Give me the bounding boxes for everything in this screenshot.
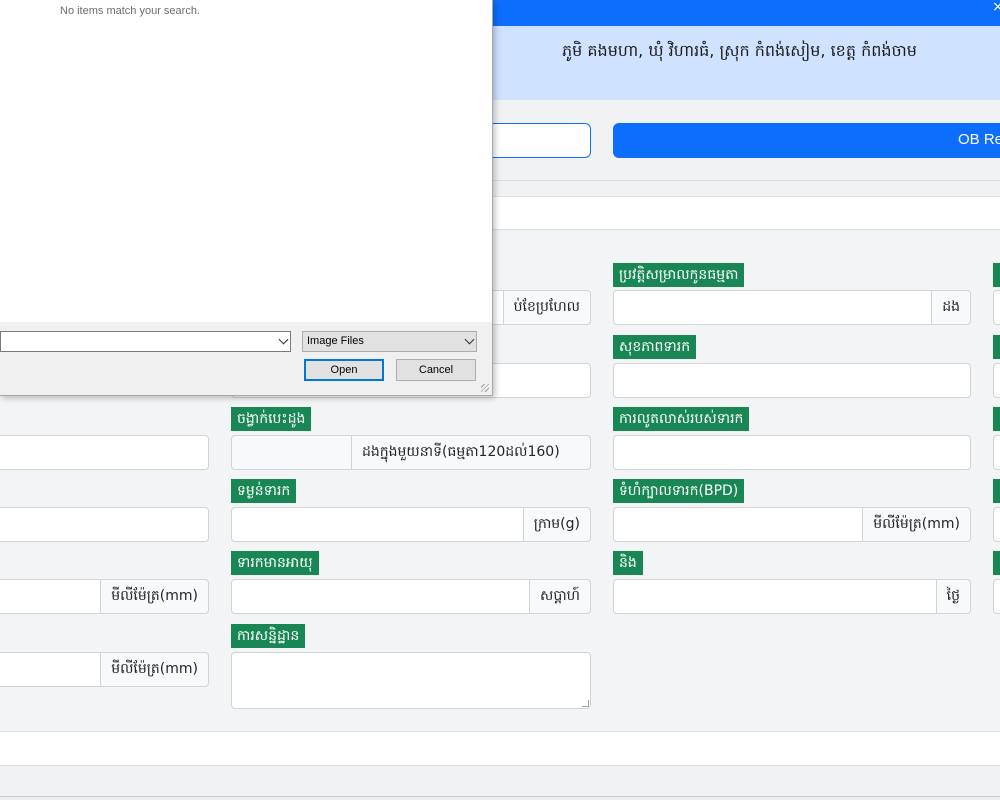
resize-grip-icon[interactable] bbox=[481, 384, 489, 392]
fetal-health-field[interactable] bbox=[613, 363, 971, 398]
footer-divider bbox=[0, 796, 1000, 800]
empty-search-message: No items match your search. bbox=[60, 5, 200, 17]
pregnancy-history-label: ប្រវត្តិសម្រាលកូនធម្មតា bbox=[613, 263, 745, 287]
fetal-age-unit: សប្តាហ៍ bbox=[530, 579, 591, 614]
col4-field-5[interactable] bbox=[993, 579, 1000, 614]
col4-field-4[interactable] bbox=[993, 507, 1000, 542]
bpd-unit: មីលីម៉ែត្រ(mm) bbox=[863, 507, 971, 542]
bpd-label: ទំហំក្បាលទារក(BPD) bbox=[613, 479, 745, 503]
col4-field-2[interactable] bbox=[993, 363, 1000, 398]
cancel-button[interactable]: Cancel bbox=[396, 359, 476, 381]
col4-label-5 bbox=[993, 551, 1000, 575]
heartbeat-field[interactable]: ដងក្នុងមួយនាទី(ធម្មតា120ដល់160) bbox=[231, 435, 591, 470]
chevron-down-icon[interactable] bbox=[278, 334, 289, 345]
col1-unit-mm-2: មីលីម៉ែត្រ(mm) bbox=[101, 652, 209, 687]
col4-label-1 bbox=[993, 263, 1000, 287]
fetal-age-input[interactable] bbox=[231, 579, 530, 614]
close-icon[interactable]: × bbox=[992, 0, 1000, 14]
fetal-weight-unit: ក្រាម(g) bbox=[523, 507, 591, 542]
chevron-down-icon bbox=[464, 334, 475, 345]
heartbeat-label: ចង្វាក់បេះដូង bbox=[231, 407, 312, 431]
fetal-movement-input[interactable] bbox=[613, 435, 971, 470]
col4-field-3[interactable] bbox=[993, 435, 1000, 470]
fetal-movement-label: ការលូតលាស់របស់ទារក bbox=[613, 407, 750, 431]
fetal-weight-label: ទម្ងន់ទារក bbox=[231, 479, 297, 503]
col1-unit-mm-1: មីលីម៉ែត្រ(mm) bbox=[101, 579, 209, 614]
col1-input-4[interactable] bbox=[0, 652, 102, 687]
file-open-dialog: No items match your search. Image Files … bbox=[0, 0, 493, 396]
fetal-movement-field[interactable] bbox=[613, 435, 971, 470]
col1-field-2[interactable] bbox=[0, 507, 209, 542]
days-unit: ថ្ងៃ bbox=[936, 579, 971, 614]
open-button[interactable]: Open bbox=[304, 359, 384, 381]
pregnancy-history-field[interactable]: ដង bbox=[613, 290, 971, 325]
conclusion-textarea[interactable] bbox=[231, 652, 591, 709]
days-input[interactable] bbox=[613, 579, 937, 614]
lmp-suffix: ប់ខែប្រហែល bbox=[503, 290, 591, 325]
fetal-weight-input[interactable] bbox=[231, 507, 524, 542]
col1-input-2[interactable] bbox=[0, 507, 209, 542]
col1-field-1[interactable] bbox=[0, 435, 209, 470]
bpd-input[interactable] bbox=[613, 507, 864, 542]
conclusion-field[interactable] bbox=[231, 652, 591, 709]
fetal-age-field[interactable]: សប្តាហ៍ bbox=[231, 579, 591, 614]
footer-strip bbox=[0, 731, 1000, 766]
pregnancy-history-unit: ដង bbox=[932, 290, 971, 325]
fetal-weight-field[interactable]: ក្រាម(g) bbox=[231, 507, 591, 542]
ob-report-label: OB Rep bbox=[958, 131, 1000, 148]
col4-field-1[interactable] bbox=[993, 290, 1000, 325]
fetal-health-input[interactable] bbox=[613, 363, 971, 398]
filename-combobox[interactable] bbox=[0, 331, 291, 352]
col1-input-1[interactable] bbox=[0, 435, 209, 470]
file-type-select[interactable]: Image Files bbox=[302, 331, 477, 352]
and-label: និង bbox=[613, 551, 643, 575]
col1-field-3[interactable]: មីលីម៉ែត្រ(mm) bbox=[0, 579, 209, 614]
col4-label-2 bbox=[993, 335, 1000, 359]
address-text: ភូមិ គងមហា, ឃុំ វិហារធំ, ស្រុក កំពង់សៀម,… bbox=[562, 41, 917, 60]
col1-input-3[interactable] bbox=[0, 579, 102, 614]
heartbeat-prefix bbox=[231, 435, 351, 470]
col4-label-4 bbox=[993, 479, 1000, 503]
conclusion-label: ការសន្និដ្ឋាន bbox=[231, 624, 306, 648]
pregnancy-history-input[interactable] bbox=[613, 290, 933, 325]
fetal-health-label: សុខភាពទារក bbox=[613, 335, 697, 359]
file-list-pane[interactable]: No items match your search. bbox=[0, 0, 492, 322]
file-type-value: Image Files bbox=[307, 335, 364, 347]
fetal-age-label: ទារកមានអាយុ bbox=[231, 551, 319, 575]
col1-field-4[interactable]: មីលីម៉ែត្រ(mm) bbox=[0, 652, 209, 687]
days-field[interactable]: ថ្ងៃ bbox=[613, 579, 971, 614]
resize-grip-icon[interactable] bbox=[582, 700, 589, 707]
ob-report-button[interactable]: OB Rep bbox=[613, 123, 1000, 158]
heartbeat-suffix: ដងក្នុងមួយនាទី(ធម្មតា120ដល់160) bbox=[351, 435, 591, 470]
bpd-field[interactable]: មីលីម៉ែត្រ(mm) bbox=[613, 507, 971, 542]
col4-label-3 bbox=[993, 407, 1000, 431]
